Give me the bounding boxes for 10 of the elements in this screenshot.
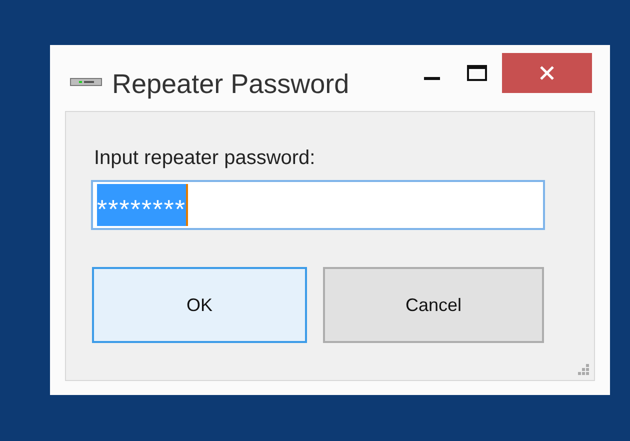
dialog-button[interactable]: OK — [92, 267, 307, 343]
device-icon — [70, 78, 102, 86]
window-title: Repeater Password — [112, 68, 350, 101]
dialog-button[interactable]: Cancel — [323, 267, 544, 343]
maximize-icon — [467, 65, 487, 81]
minimize-icon — [424, 76, 440, 80]
prompt-label: Input repeater password: — [94, 146, 316, 170]
close-button[interactable] — [502, 53, 592, 93]
resize-grip-icon — [578, 364, 590, 376]
close-icon — [540, 66, 554, 80]
